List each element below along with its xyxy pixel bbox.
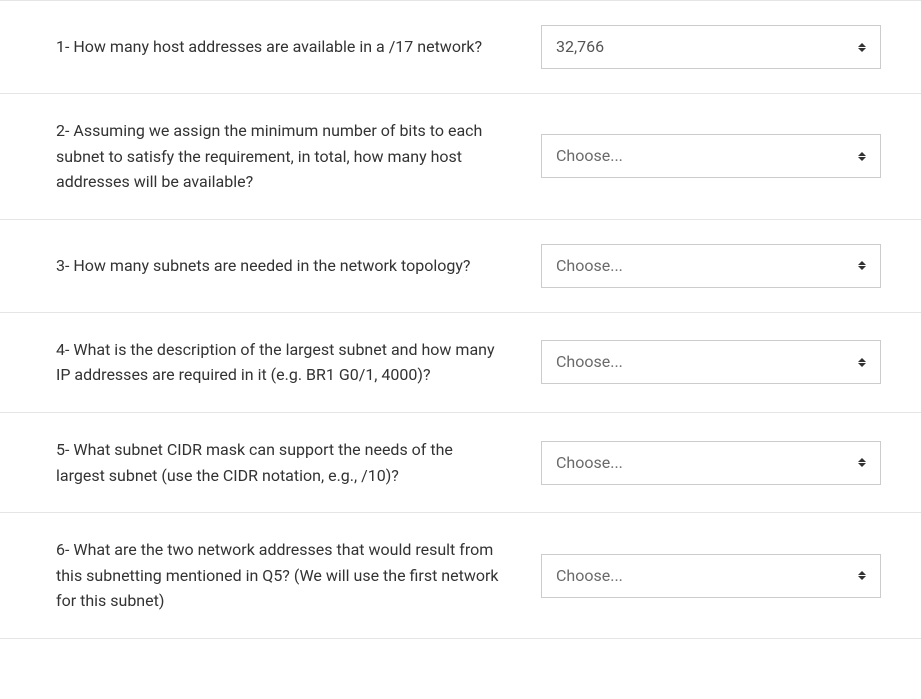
chevron-updown-icon — [856, 456, 868, 470]
select-value-5: Choose... — [556, 451, 623, 475]
question-text-6: 6- What are the two network addresses th… — [56, 537, 511, 614]
answer-select-5[interactable]: Choose... — [541, 441, 881, 485]
answer-select-3[interactable]: Choose... — [541, 244, 881, 288]
select-box-4[interactable]: Choose... — [541, 340, 881, 384]
question-row-4: 4- What is the description of the larges… — [0, 313, 921, 413]
chevron-updown-icon — [856, 355, 868, 369]
question-text-5: 5- What subnet CIDR mask can support the… — [56, 437, 511, 488]
question-row-1: 1- How many host addresses are available… — [0, 1, 921, 94]
select-box-3[interactable]: Choose... — [541, 244, 881, 288]
answer-select-6[interactable]: Choose... — [541, 554, 881, 598]
answer-select-4[interactable]: Choose... — [541, 340, 881, 384]
question-text-3: 3- How many subnets are needed in the ne… — [56, 253, 511, 279]
chevron-updown-icon — [856, 149, 868, 163]
select-box-2[interactable]: Choose... — [541, 134, 881, 178]
question-row-3: 3- How many subnets are needed in the ne… — [0, 220, 921, 313]
chevron-updown-icon — [856, 40, 868, 54]
question-row-2: 2- Assuming we assign the minimum number… — [0, 94, 921, 220]
chevron-updown-icon — [856, 259, 868, 273]
questions-list: 1- How many host addresses are available… — [0, 0, 921, 639]
select-value-6: Choose... — [556, 564, 623, 588]
question-text-4: 4- What is the description of the larges… — [56, 337, 511, 388]
question-text-1: 1- How many host addresses are available… — [56, 34, 511, 60]
select-box-5[interactable]: Choose... — [541, 441, 881, 485]
answer-select-2[interactable]: Choose... — [541, 134, 881, 178]
select-value-1: 32,766 — [556, 35, 604, 59]
select-value-4: Choose... — [556, 350, 623, 374]
select-value-2: Choose... — [556, 144, 623, 168]
question-row-6: 6- What are the two network addresses th… — [0, 513, 921, 639]
question-row-5: 5- What subnet CIDR mask can support the… — [0, 413, 921, 513]
select-value-3: Choose... — [556, 254, 623, 278]
chevron-updown-icon — [856, 569, 868, 583]
question-text-2: 2- Assuming we assign the minimum number… — [56, 118, 511, 195]
select-box-1[interactable]: 32,766 — [541, 25, 881, 69]
answer-select-1[interactable]: 32,766 — [541, 25, 881, 69]
select-box-6[interactable]: Choose... — [541, 554, 881, 598]
